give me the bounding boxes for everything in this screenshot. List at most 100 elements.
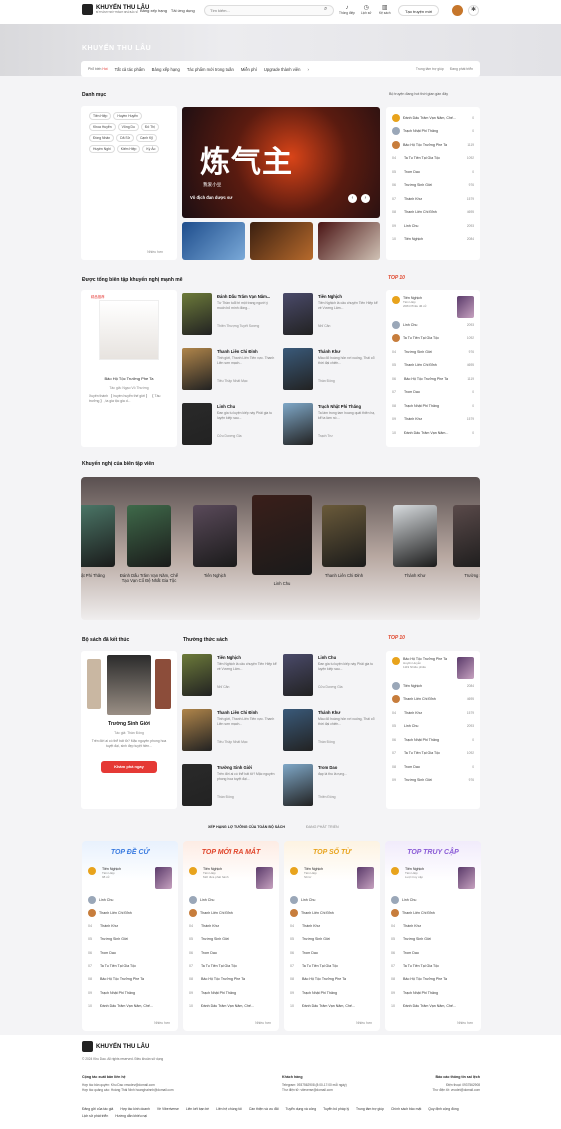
leaderboard-row[interactable]: 07 Ta Tu Tiên Tại Gia Tộc — [284, 960, 380, 973]
leaderboard-row[interactable]: 07 Ta Tu Tiên Tại Gia Tộc — [82, 960, 178, 973]
rank-row[interactable]: 07 Ta Tu Tiên Tại Gia Tộc 1092 — [386, 747, 480, 761]
finished-card[interactable]: Trường Sinh Giới Tác giả: Thần Đông Trên… — [81, 651, 177, 809]
leaderboard-row[interactable]: 04 Thánh Khư — [385, 920, 481, 933]
book-card[interactable]: Thanh Liên Chi Đỉnh Tinh giới, Thanh Liên… — [182, 707, 279, 755]
category-tag[interactable]: Đô Thị — [140, 123, 159, 131]
create-story-button[interactable]: Tạo truyện mới — [398, 5, 440, 16]
chevron-left-icon[interactable]: ‹ — [348, 194, 357, 203]
cat-upgrade[interactable]: Upgrade thành viên — [264, 67, 301, 72]
category-tag[interactable]: Tiên Hiệp — [89, 112, 112, 120]
history-button[interactable]: ◷ Lịch sử — [361, 5, 371, 15]
rank-row[interactable]: Bảo Hộ Tộc Trưởng Phe Ta Huyền Huyễn 1119 … — [386, 655, 480, 679]
footer-link[interactable]: Tuyển dụng và công — [286, 1107, 317, 1111]
carousel-book[interactable] — [453, 505, 480, 567]
footer-link[interactable]: Quy định cộng đồng — [428, 1107, 458, 1111]
category-tag[interactable]: Cạnh Kỹ — [135, 134, 157, 142]
leaderboard-row[interactable]: 05 Trường Sinh Giới — [183, 933, 279, 946]
footer-link[interactable]: Cần thiện và ưu đãi — [249, 1107, 279, 1111]
leaderboard-row[interactable]: Thanh Liên Chi Đỉnh — [284, 906, 380, 919]
more-link[interactable]: Nhiều hơn — [154, 1021, 170, 1025]
cat-weekly-new[interactable]: Tác phẩm mới trong tuần — [187, 67, 234, 72]
leaderboard-row[interactable]: Thanh Liên Chi Đỉnh — [183, 906, 279, 919]
chevron-right-icon[interactable]: › — [307, 67, 308, 72]
category-tag[interactable]: Dã Sử — [116, 134, 134, 142]
cat-rankings[interactable]: Bảng xếp hạng — [152, 67, 180, 72]
book-card[interactable]: Thánh Khư Màu đỏ hoàng hôn rơi xuống, Thá… — [283, 346, 380, 394]
leaderboard-row[interactable]: 06 Trom Dao — [284, 946, 380, 959]
banner-thumb-2[interactable] — [250, 222, 313, 260]
rank-row[interactable]: Ta Tu Tiên Tại Gia Tộc 1092 — [386, 332, 480, 346]
rank-row[interactable]: 09 Linh Chu 2093 — [386, 219, 480, 233]
nav-rankings[interactable]: Bảng xếp hạng — [140, 8, 167, 13]
leaderboard-row[interactable]: 07 Ta Tu Tiên Tại Gia Tộc — [183, 960, 279, 973]
footer-link[interactable]: Trung tâm trợ giúp — [356, 1107, 384, 1111]
rank-row[interactable]: 04 Ta Tu Tiên Tại Gia Tộc 1092 — [386, 152, 480, 166]
book-card[interactable]: Trường Sinh Giới Trên đời ai có thể bất t… — [182, 762, 279, 810]
rank-row[interactable]: 06 Trường Sinh Giới 976 — [386, 179, 480, 193]
more-link[interactable]: Nhiều hơn — [255, 1021, 271, 1025]
leaderboard-row[interactable]: 04 Thánh Khư — [82, 920, 178, 933]
book-card[interactable]: Thánh Khư Màu đỏ hoàng hôn rơi xuống, Thá… — [283, 707, 380, 755]
leaderboard-row[interactable]: Linh Chu — [82, 893, 178, 906]
leaderboard-row[interactable]: 06 Trom Dao — [385, 946, 481, 959]
more-link[interactable]: Nhiều hơn — [356, 1021, 372, 1025]
cat-free[interactable]: Miễn phí — [241, 67, 257, 72]
explore-button[interactable]: Khám phá ngay — [101, 761, 157, 773]
leaderboard-row[interactable]: Linh Chu — [183, 893, 279, 906]
search-icon[interactable]: ⌕ — [324, 6, 327, 13]
leaderboard-first[interactable]: Tiên Nghịch Tiên Hiệp 98 cử — [88, 867, 172, 889]
rank-row[interactable]: 08 Thanh Liên Chi Đỉnh 4695 — [386, 206, 480, 220]
footer-link[interactable]: Hướng dẫn khiếu nại — [115, 1114, 147, 1118]
rank-row[interactable]: 10 Tiên Nghịch 2084 — [386, 233, 480, 247]
category-tag[interactable]: Kiếm Hiệp — [116, 145, 141, 153]
footer-link[interactable]: Chính sách bảo mật — [391, 1107, 421, 1111]
rank-row[interactable]: Linh Chu 2093 — [386, 318, 480, 332]
leaderboard-row[interactable]: Thanh Liên Chi Đỉnh — [385, 906, 481, 919]
messages-button[interactable]: ♪ Thông điệp — [339, 5, 355, 15]
rank-row[interactable]: 05 Trom Dao 0 — [386, 165, 480, 179]
rank-row[interactable]: 06 Bảo Hộ Tộc Trưởng Phe Ta 1119 — [386, 372, 480, 386]
book-card[interactable]: Thanh Liên Chi Đỉnh Tinh giới, Thanh Liên… — [182, 346, 279, 394]
footer-link[interactable]: Liên hệ chúng tôi — [216, 1107, 242, 1111]
rank-row[interactable]: 09 Thánh Khư 1579 — [386, 413, 480, 427]
leaderboard-row[interactable]: 06 Trom Dao — [183, 946, 279, 959]
leaderboard-row[interactable]: Linh Chu — [284, 893, 380, 906]
book-card[interactable]: Đánh Dấu Trăm Vạn Năm... Từ Thần tuổi tri… — [182, 291, 279, 339]
leaderboard-row[interactable]: 10 Đánh Dấu Trăm Vạn Năm, Chế... — [385, 999, 481, 1012]
book-card[interactable]: Linh Chu Đan gia tu luyện kiếp này Phải g… — [283, 652, 380, 700]
leaderboard-row[interactable]: 06 Trom Dao — [82, 946, 178, 959]
developing-link[interactable]: Đang phát triển — [450, 67, 473, 71]
chevron-right-icon[interactable]: › — [361, 194, 370, 203]
carousel-book[interactable] — [127, 505, 171, 567]
rank-row[interactable]: 08 Trạch Nhật Phi Thăng 0 — [386, 399, 480, 413]
category-tag[interactable]: Huyền Nghi — [89, 145, 115, 153]
leaderboard-row[interactable]: 10 Đánh Dấu Trăm Vạn Năm, Chế... — [82, 999, 178, 1012]
search-input[interactable] — [204, 5, 334, 16]
rank-row[interactable]: 09 Trường Sinh Giới 976 — [386, 774, 480, 788]
leaderboard-row[interactable]: 04 Thánh Khư — [183, 920, 279, 933]
gear-icon[interactable]: ✱ — [468, 5, 479, 16]
book-card[interactable]: Tiên Nghịch Tiên Nghịch là câu chuyện Tiê… — [182, 652, 279, 700]
leaderboard-row[interactable]: 09 Trạch Nhật Phi Thăng — [183, 986, 279, 999]
avatar[interactable] — [452, 5, 463, 16]
rank-row[interactable]: 05 Thanh Liên Chi Đỉnh 4695 — [386, 359, 480, 373]
book-card[interactable]: Linh Chu Đan gia tu luyện kiếp này Phải g… — [182, 401, 279, 449]
category-tag[interactable]: Kỳ Ảo — [142, 145, 160, 153]
rank-row[interactable]: 07 Thánh Khư 1579 — [386, 192, 480, 206]
leaderboard-row[interactable]: 09 Trạch Nhật Phi Thăng — [284, 986, 380, 999]
footer-link[interactable]: Lịch sử phát triển — [82, 1114, 108, 1118]
leaderboard-row[interactable]: 09 Trạch Nhật Phi Thăng — [385, 986, 481, 999]
carousel-book[interactable] — [252, 495, 312, 575]
more-link[interactable]: Nhiều hơn — [147, 250, 163, 254]
nav-download-app[interactable]: Tải ứng dụng — [171, 8, 195, 13]
book-card[interactable]: Trạch Nhật Phi Thăng Ta làm trong tam hoa… — [283, 401, 380, 449]
leaderboard-row[interactable]: 05 Trường Sinh Giới — [284, 933, 380, 946]
leaderboard-first[interactable]: Tiên Nghịch Tiên Hiệp Lượt truy cập — [391, 867, 475, 889]
bookshelf-button[interactable]: ▥ Kệ sách — [379, 5, 391, 15]
book-card[interactable]: Tiên Nghịch Tiên Nghịch là câu chuyện Tiê… — [283, 291, 380, 339]
footer-link[interactable]: Liên kết bạn bè — [186, 1107, 209, 1111]
leaderboard-first[interactable]: Tiên Nghịch Tiên Hiệp Số từ — [290, 867, 374, 889]
rank-row[interactable]: Đánh Dấu Trăm Vạn Năm, Chế... 0 — [386, 111, 480, 125]
carousel-book[interactable] — [322, 505, 366, 567]
footer-link[interactable]: Về Viberiverse — [157, 1107, 179, 1111]
